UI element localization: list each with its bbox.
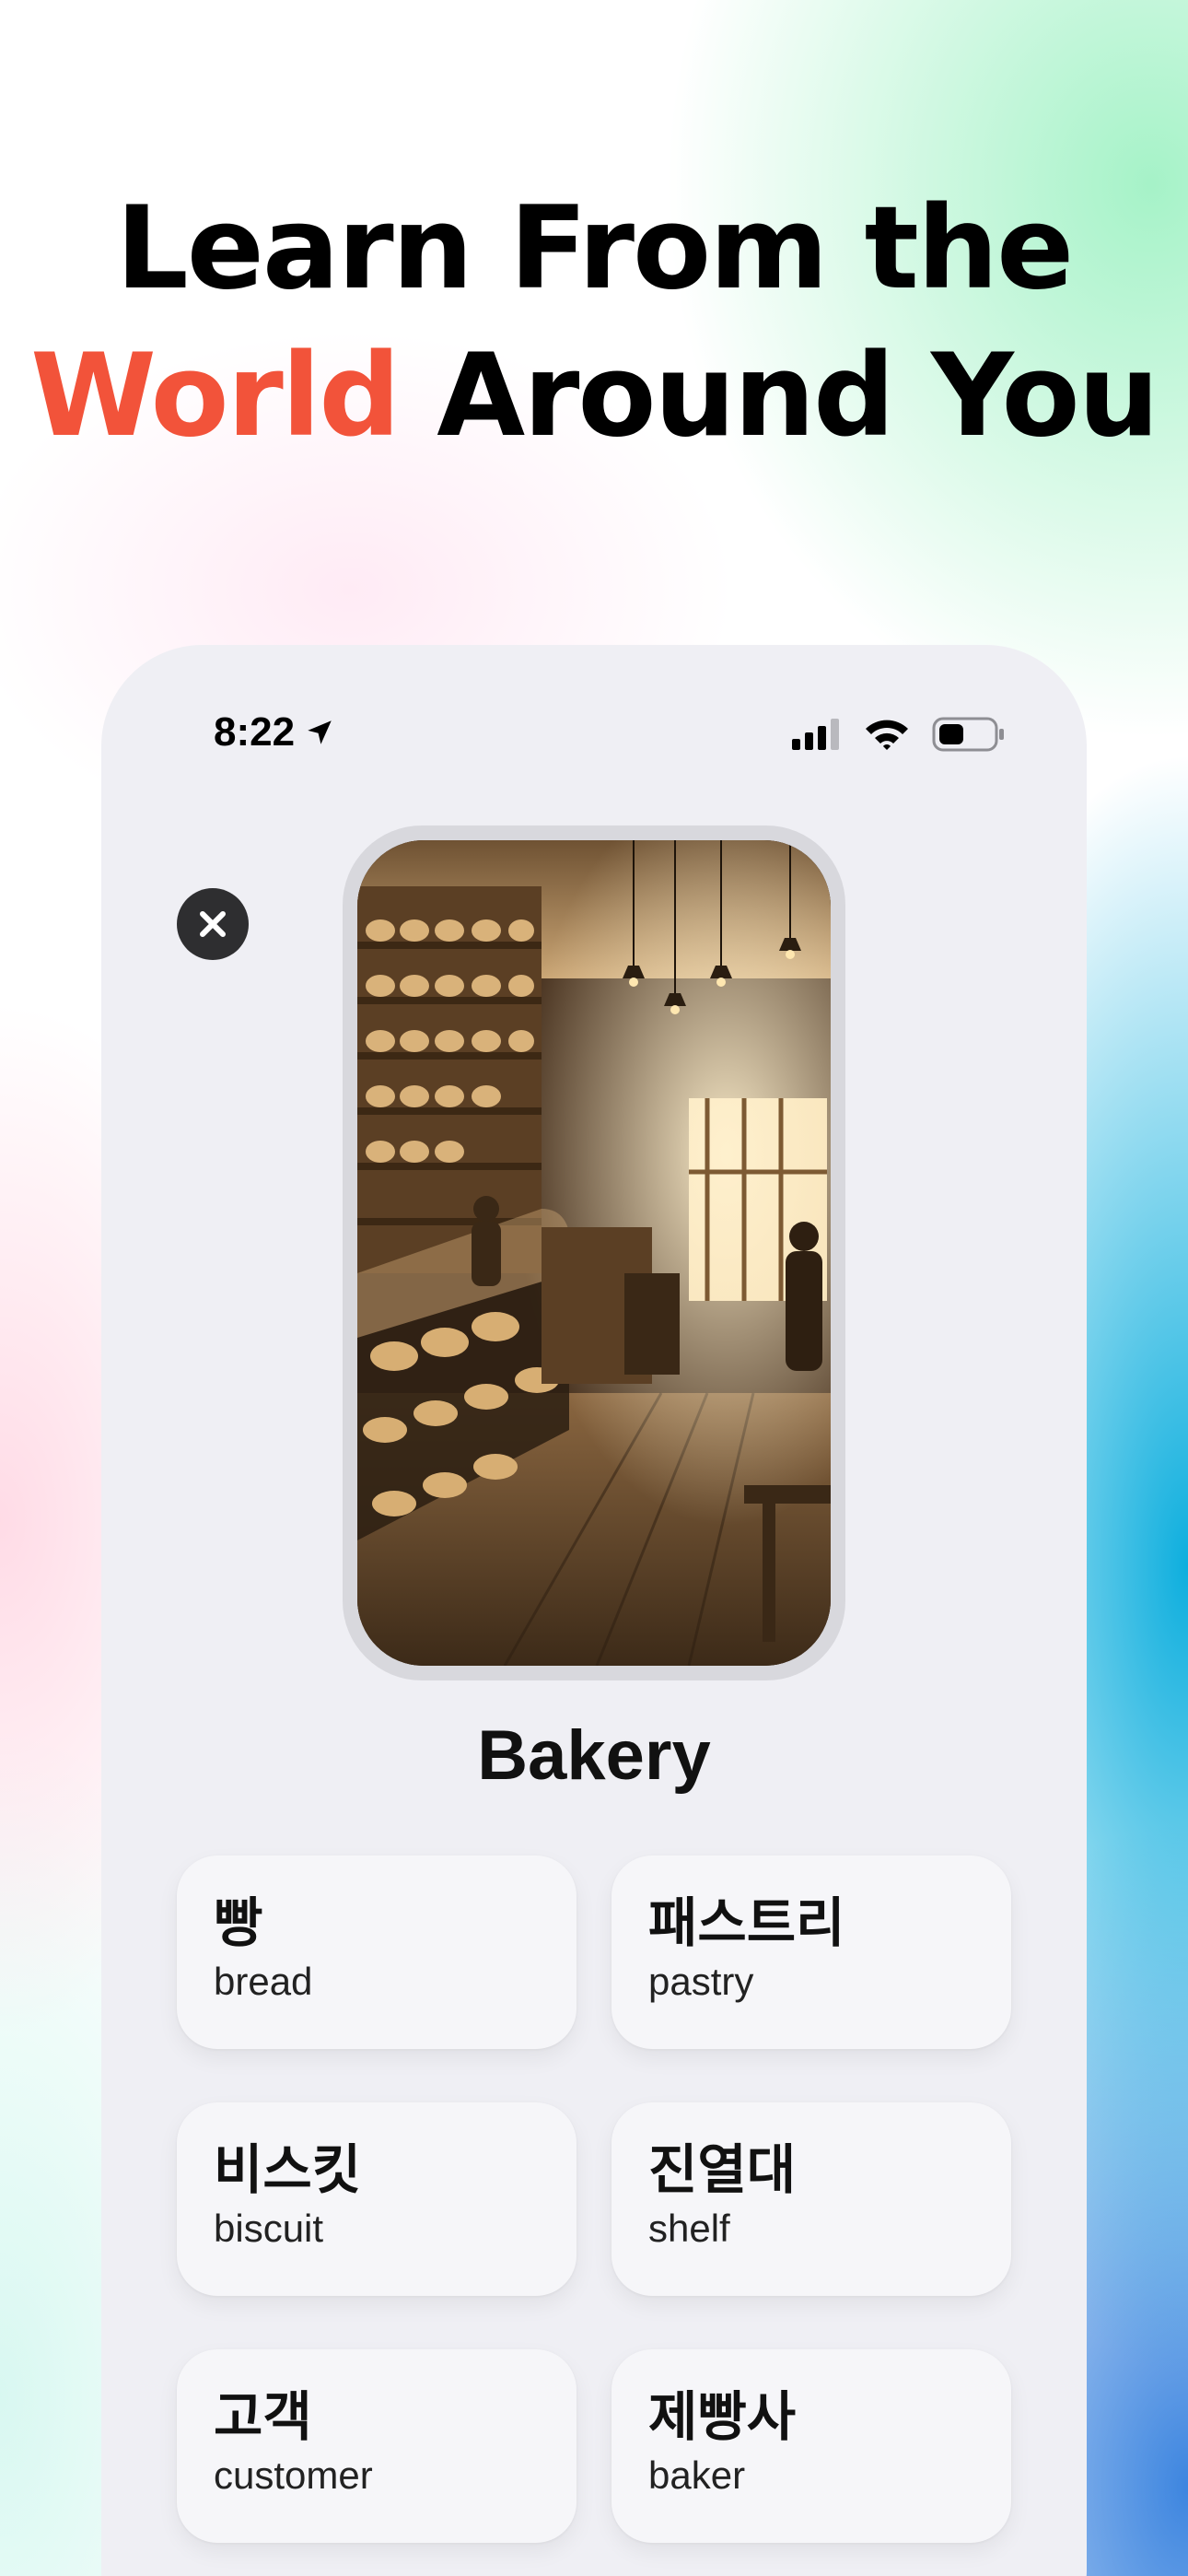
vocab-card[interactable]: 비스킷 biscuit <box>177 2102 577 2296</box>
vocab-korean: 패스트리 <box>648 1891 845 1954</box>
headline-accent-word: World <box>30 330 401 463</box>
vocab-card[interactable]: 진열대 shelf <box>611 2102 1011 2296</box>
vocab-english: baker <box>648 2453 746 2497</box>
vocab-english: pastry <box>648 1960 754 2003</box>
scene-image-frame <box>343 825 845 1680</box>
vocab-english: bread <box>214 1960 313 2003</box>
vocab-korean: 비스킷 <box>214 2138 362 2201</box>
bakery-scene-image <box>357 840 831 1666</box>
cellular-signal-icon <box>792 719 839 750</box>
headline: Learn From the World Around You <box>0 175 1188 470</box>
status-icons <box>790 709 1006 759</box>
vocabulary-grid: 빵 bread 패스트리 pastry 비스킷 biscuit 진열대 shel… <box>177 1856 1011 2543</box>
vocab-korean: 진열대 <box>648 2138 797 2201</box>
vocab-korean: 고객 <box>214 2385 312 2448</box>
close-button[interactable] <box>177 888 249 960</box>
phone-screen: 8:22 Bakery 빵 bread 패스트리 pastry 비스킷 bisc… <box>101 645 1087 2576</box>
vocab-card[interactable]: 고객 customer <box>177 2349 577 2543</box>
bakery-illustration <box>357 840 831 1666</box>
vocab-english: shelf <box>648 2207 730 2250</box>
vocab-card[interactable]: 패스트리 pastry <box>611 1856 1011 2049</box>
scene-title: Bakery <box>477 1716 711 1795</box>
close-icon <box>200 911 226 937</box>
vocab-card[interactable]: 제빵사 baker <box>611 2349 1011 2543</box>
headline-line-2-rest: Around You <box>437 330 1159 463</box>
battery-icon <box>932 717 1004 752</box>
vocab-korean: 빵 <box>214 1891 263 1954</box>
vocab-card[interactable]: 빵 bread <box>177 1856 577 2049</box>
status-time: 8:22 <box>214 709 335 755</box>
headline-line-2: World Around You <box>0 322 1188 470</box>
headline-line-1: Learn From the <box>115 182 1075 315</box>
status-time-text: 8:22 <box>214 709 296 755</box>
vocab-korean: 제빵사 <box>648 2385 797 2448</box>
wifi-icon <box>866 720 908 750</box>
vocab-english: biscuit <box>214 2207 324 2250</box>
vocab-english: customer <box>214 2453 373 2497</box>
location-arrow-icon <box>308 720 332 744</box>
